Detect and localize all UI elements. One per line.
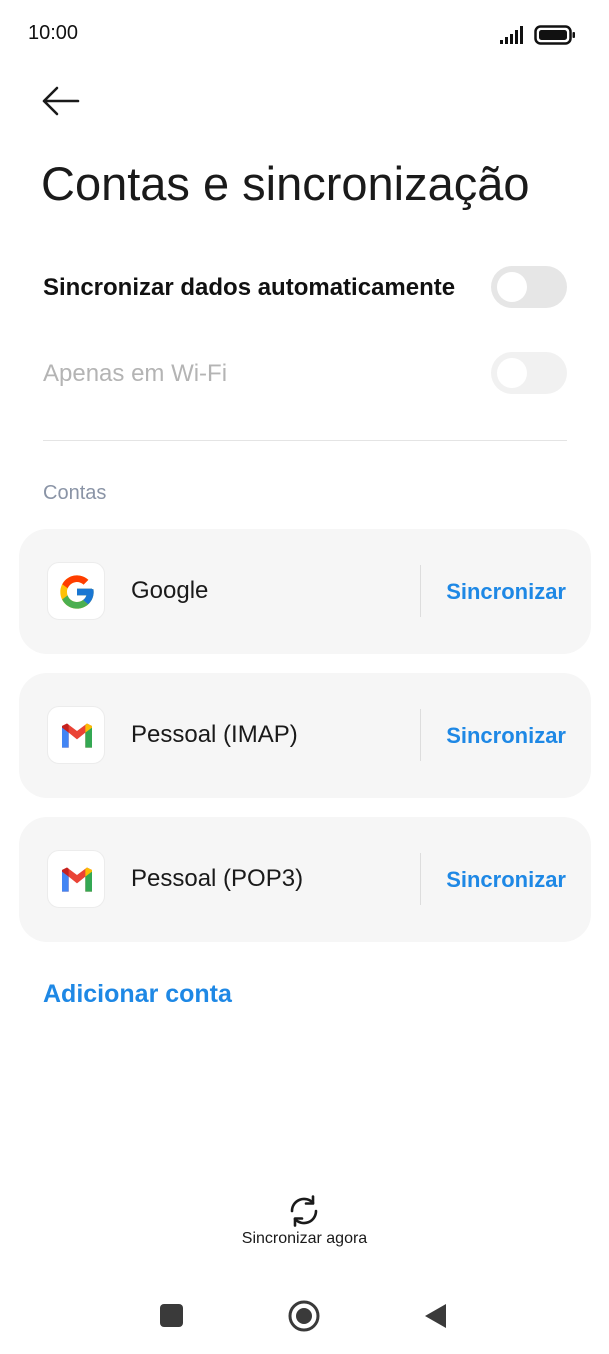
card-separator xyxy=(420,709,421,761)
circle-home-icon[interactable] xyxy=(284,1296,324,1336)
auto-sync-label: Sincronizar dados automaticamente xyxy=(43,274,456,301)
wifi-only-toggle xyxy=(491,352,567,394)
navigation-bar xyxy=(0,1280,609,1354)
account-name[interactable]: Google xyxy=(131,577,208,605)
auto-sync-toggle[interactable] xyxy=(491,266,567,308)
account-name[interactable]: Pessoal (IMAP) xyxy=(131,721,298,749)
wifi-only-row: Apenas em Wi-Fi xyxy=(43,352,567,396)
status-bar: 10:00 xyxy=(0,0,609,70)
account-card-imap[interactable]: Pessoal (IMAP) Sincronizar xyxy=(19,673,591,798)
gmail-icon xyxy=(47,850,105,908)
sync-icon[interactable] xyxy=(286,1193,322,1229)
google-icon xyxy=(47,562,105,620)
card-separator xyxy=(420,853,421,905)
account-card-google[interactable]: Google Sincronizar xyxy=(19,529,591,654)
toggle-knob xyxy=(497,358,527,388)
card-separator xyxy=(420,565,421,617)
divider xyxy=(43,440,567,441)
status-time: 10:00 xyxy=(28,22,79,44)
sync-button[interactable]: Sincronizar xyxy=(446,723,566,749)
arrow-left-icon xyxy=(42,86,80,116)
square-icon[interactable] xyxy=(152,1296,192,1336)
battery-icon xyxy=(534,25,575,45)
account-card-pop3[interactable]: Pessoal (POP3) Sincronizar xyxy=(19,817,591,942)
triangle-back-icon[interactable] xyxy=(416,1296,456,1336)
account-name[interactable]: Pessoal (POP3) xyxy=(131,865,303,893)
sync-now-label: Sincronizar agora xyxy=(241,1230,368,1247)
auto-sync-row[interactable]: Sincronizar dados automaticamente xyxy=(43,266,567,310)
sync-button[interactable]: Sincronizar xyxy=(446,867,566,893)
signal-icon xyxy=(500,26,523,44)
toggle-knob xyxy=(497,272,527,302)
add-account-button[interactable]: Adicionar conta xyxy=(43,980,232,1009)
page-title: Contas e sincronização xyxy=(41,157,530,210)
back-button[interactable] xyxy=(36,78,88,124)
wifi-only-label: Apenas em Wi-Fi xyxy=(43,360,228,387)
accounts-section-header: Contas xyxy=(43,482,107,504)
gmail-icon xyxy=(47,706,105,764)
sync-button[interactable]: Sincronizar xyxy=(446,579,566,605)
